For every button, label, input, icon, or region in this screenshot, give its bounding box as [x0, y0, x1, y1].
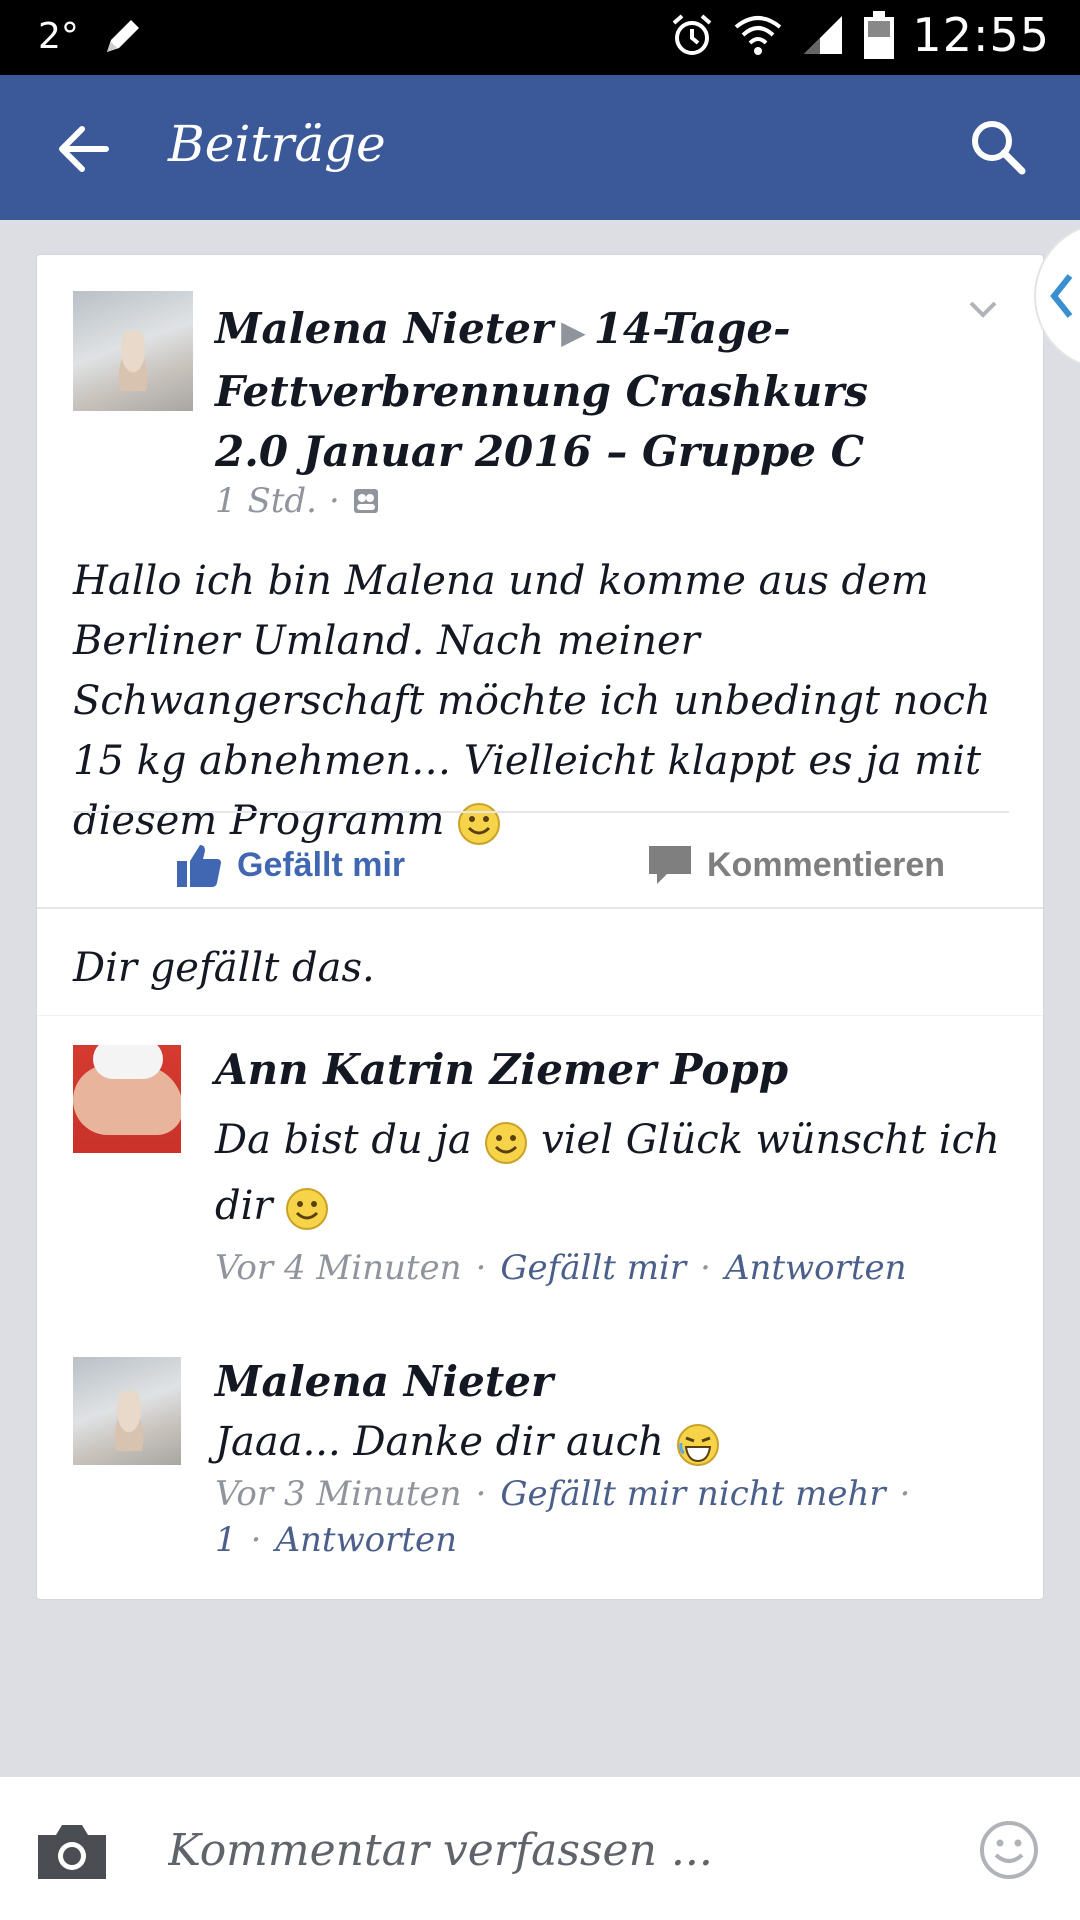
comment-time: Vor 4 Minuten — [215, 1248, 462, 1288]
like-label: Gefällt mir — [237, 845, 406, 884]
chevron-down-icon — [969, 301, 997, 318]
comment-button[interactable]: Kommentieren — [647, 835, 945, 895]
clock: 12:55 — [912, 8, 1050, 62]
search-icon — [972, 121, 1026, 175]
author-name[interactable]: Malena Nieter — [215, 304, 553, 353]
post-header: Malena Nieter ▶ 14-Tage-Fettverbrennung Cr… — [215, 299, 915, 482]
screen: 2° 12:55 Beiträge Malena Nieter ▶ 14-Tag… — [0, 0, 1080, 1920]
search-button[interactable] — [966, 115, 1030, 179]
divider — [73, 811, 1009, 813]
battery-icon — [864, 11, 895, 59]
comment-text: Jaaa... Danke dir auch — [215, 1409, 1005, 1475]
author-avatar[interactable] — [73, 291, 193, 411]
temperature: 2° — [38, 15, 79, 57]
comment-item: Malena Nieter Jaaa... Danke dir auch Vor… — [73, 1357, 1013, 1560]
comment-unlike-link[interactable]: Gefällt mir nicht mehr — [500, 1474, 885, 1514]
comment-reply-link[interactable]: Antworten — [275, 1520, 457, 1560]
comment-text: Da bist du ja viel Glück wünscht ich dir — [215, 1107, 1005, 1239]
status-right: 12:55 — [668, 8, 1050, 62]
smiley-emoji-icon — [286, 1188, 329, 1230]
status-bar: 2° 12:55 — [0, 0, 1080, 75]
divider — [37, 907, 1043, 909]
comment-icon — [649, 846, 691, 884]
commenter-avatar[interactable] — [73, 1045, 181, 1153]
comment-item: Ann Katrin Ziemer Popp Da bist du ja vie… — [73, 1045, 1013, 1305]
comment-time: Vor 3 Minuten — [215, 1474, 462, 1514]
commenter-avatar[interactable] — [73, 1357, 181, 1465]
laughing-emoji-icon — [677, 1424, 720, 1466]
status-left: 2° — [38, 14, 145, 58]
camera-button[interactable] — [34, 1821, 110, 1883]
alarm-icon — [673, 14, 712, 55]
pencil-icon — [106, 20, 139, 52]
comment-like-link[interactable]: Gefällt mir — [500, 1248, 686, 1288]
comment-meta: Vor 4 Minuten · Gefällt mir · Antworten — [215, 1248, 907, 1288]
comment-reply-link[interactable]: Antworten — [725, 1248, 907, 1288]
comment-label: Kommentieren — [707, 845, 946, 884]
app-header: Beiträge — [0, 75, 1080, 220]
smiley-icon — [980, 1821, 1038, 1879]
arrow-right-icon: ▶ — [561, 313, 586, 351]
comment-text-part: Jaaa... Danke dir auch — [215, 1419, 664, 1465]
page-title: Beiträge — [168, 115, 386, 173]
back-button[interactable] — [52, 117, 116, 181]
post-card: Malena Nieter ▶ 14-Tage-Fettverbrennung Cr… — [36, 254, 1044, 1600]
emoji-button[interactable] — [978, 1819, 1040, 1881]
comment-text-part: Da bist du ja — [215, 1117, 472, 1163]
divider — [37, 1015, 1043, 1016]
signal-icon — [804, 16, 843, 54]
wifi-icon — [735, 16, 782, 55]
post-text: Hallo ich bin Malena und komme aus dem B… — [73, 558, 991, 844]
meta-separator: · — [328, 481, 340, 521]
thumbs-up-icon — [177, 845, 221, 887]
like-button[interactable]: Gefällt mir — [175, 835, 405, 895]
likes-summary[interactable]: Dir gefällt das. — [73, 945, 375, 991]
post-body: Hallo ich bin Malena und komme aus dem B… — [73, 551, 1013, 851]
commenter-name[interactable]: Ann Katrin Ziemer Popp — [215, 1045, 788, 1094]
post-options-button[interactable] — [963, 291, 1003, 327]
post-meta: 1 Std. · — [215, 481, 380, 521]
comment-composer — [0, 1775, 1080, 1920]
smiley-emoji-icon — [485, 1122, 528, 1164]
post-time[interactable]: 1 Std. — [215, 481, 317, 521]
comment-meta: Vor 3 Minuten · Gefällt mir nicht mehr · 1 · A… — [215, 1474, 911, 1560]
chevron-left-icon — [1050, 274, 1073, 318]
arrow-left-icon — [59, 126, 109, 172]
camera-icon — [38, 1825, 106, 1879]
commenter-name[interactable]: Malena Nieter — [215, 1357, 553, 1406]
comment-input[interactable] — [168, 1817, 928, 1883]
group-icon — [353, 489, 378, 513]
comment-like-count[interactable]: 1 — [215, 1520, 237, 1560]
smiley-emoji-icon — [458, 803, 501, 845]
